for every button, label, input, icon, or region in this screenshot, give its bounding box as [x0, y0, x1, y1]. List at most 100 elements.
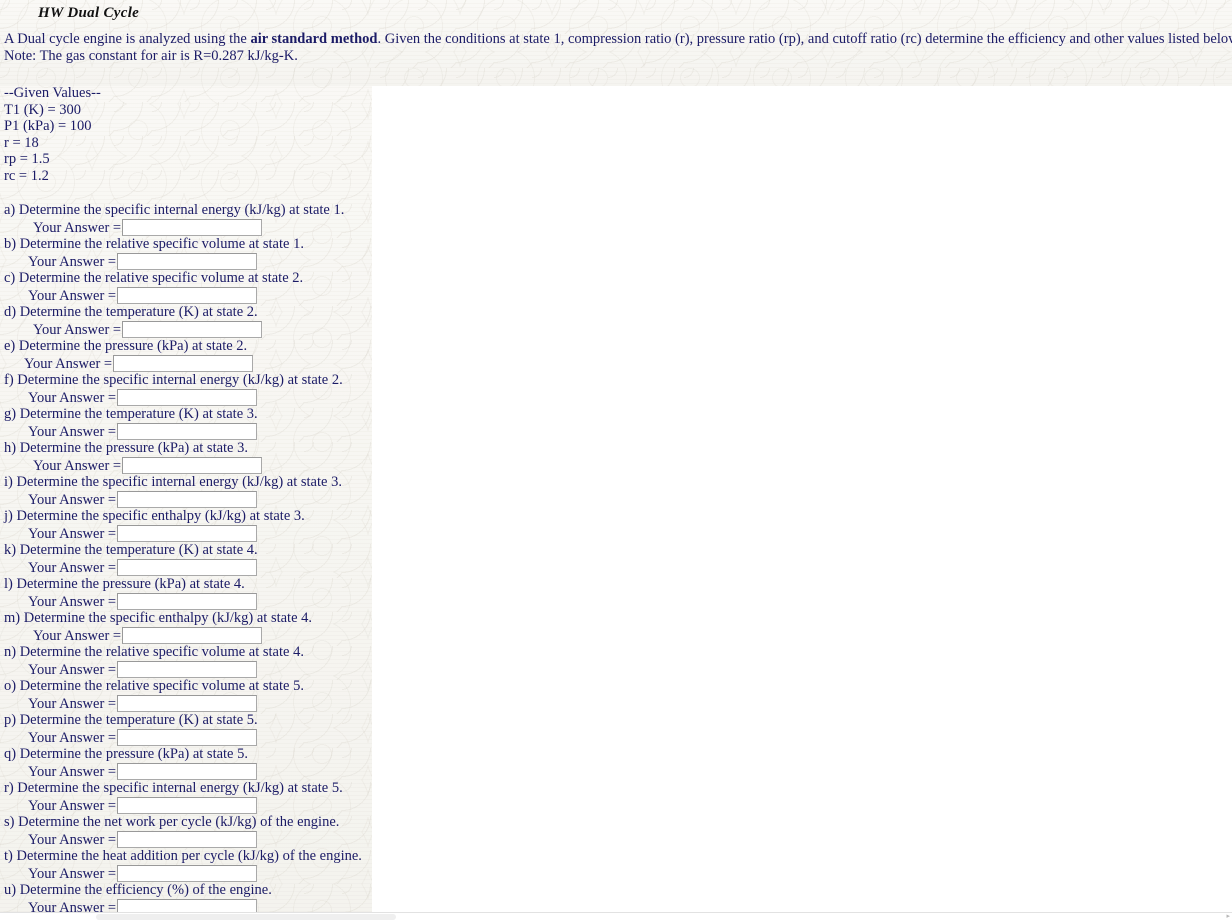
answer-input-t[interactable]: [117, 865, 258, 883]
question-text-d: d) Determine the temperature (K) at stat…: [4, 303, 258, 320]
question-item-b: b) Determine the relative specific volum…: [0, 236, 1232, 271]
question-item-h: h) Determine the pressure (kPa) at state…: [0, 440, 1232, 475]
answer-label-o: Your Answer =: [28, 695, 117, 712]
intro-note: Note: The gas constant for air is R=0.28…: [4, 47, 298, 64]
question-text-u: u) Determine the efficiency (%) of the e…: [4, 881, 272, 898]
question-item-e: e) Determine the pressure (kPa) at state…: [0, 338, 1232, 373]
given-values-block: --Given Values-- T1 (K) = 300 P1 (kPa) =…: [0, 64, 1232, 185]
answer-row-n: Your Answer =: [0, 661, 1232, 679]
answer-row-o: Your Answer =: [0, 695, 1232, 713]
answer-label-t: Your Answer =: [28, 865, 117, 882]
given-value-r: r = 18: [4, 134, 39, 151]
question-text-q: q) Determine the pressure (kPa) at state…: [4, 745, 248, 762]
answer-input-q[interactable]: [117, 763, 258, 781]
intro-bold-phrase: air standard method: [250, 31, 378, 47]
answer-row-k: Your Answer =: [0, 559, 1232, 577]
answer-input-a[interactable]: [122, 219, 263, 237]
question-text-j: j) Determine the specific enthalpy (kJ/k…: [4, 507, 305, 524]
answer-row-q: Your Answer =: [0, 763, 1232, 781]
answer-row-i: Your Answer =: [0, 491, 1232, 509]
question-text-k: k) Determine the temperature (K) at stat…: [4, 541, 258, 558]
question-item-n: n) Determine the relative specific volum…: [0, 643, 1232, 679]
answer-row-e: Your Answer =: [0, 355, 1232, 373]
answer-label-f: Your Answer =: [28, 389, 117, 406]
answer-row-t: Your Answer =: [0, 865, 1232, 883]
answer-label-l: Your Answer =: [28, 593, 117, 610]
answer-label-n: Your Answer =: [28, 661, 117, 678]
question-item-r: r) Determine the specific internal energ…: [0, 779, 1232, 815]
question-text-i: i) Determine the specific internal energ…: [4, 473, 342, 490]
answer-label-j: Your Answer =: [28, 525, 117, 542]
question-item-t: t) Determine the heat addition per cycle…: [0, 847, 1232, 883]
answer-label-s: Your Answer =: [28, 831, 117, 848]
question-text-g: g) Determine the temperature (K) at stat…: [4, 405, 258, 422]
question-text-s: s) Determine the net work per cycle (kJ/…: [4, 813, 340, 830]
answer-input-o[interactable]: [117, 695, 258, 713]
question-item-l: l) Determine the pressure (kPa) at state…: [0, 575, 1232, 611]
question-item-c: c) Determine the relative specific volum…: [0, 270, 1232, 305]
intro-text-part2: . Given the conditions at state 1, compr…: [377, 31, 1232, 47]
question-text-n: n) Determine the relative specific volum…: [4, 643, 304, 660]
answer-row-h: Your Answer =: [0, 457, 1232, 475]
answer-input-c[interactable]: [117, 287, 258, 305]
question-text-t: t) Determine the heat addition per cycle…: [4, 847, 362, 864]
question-text-a: a) Determine the specific internal energ…: [4, 201, 345, 218]
answer-label-h: Your Answer =: [33, 457, 122, 474]
question-item-f: f) Determine the specific internal energ…: [0, 371, 1232, 407]
intro-paragraph: A Dual cycle engine is analyzed using th…: [0, 22, 1232, 48]
answer-input-e[interactable]: [113, 355, 254, 373]
given-value-p1: P1 (kPa) = 100: [4, 118, 92, 135]
given-value-rc: rc = 1.2: [4, 167, 49, 184]
question-item-s: s) Determine the net work per cycle (kJ/…: [0, 813, 1232, 849]
question-item-i: i) Determine the specific internal energ…: [0, 473, 1232, 509]
answer-input-r[interactable]: [117, 797, 258, 815]
answer-row-j: Your Answer =: [0, 525, 1232, 543]
answer-input-s[interactable]: [117, 831, 258, 849]
answer-row-c: Your Answer =: [0, 287, 1232, 305]
question-text-m: m) Determine the specific enthalpy (kJ/k…: [4, 609, 313, 626]
answer-row-d: Your Answer =: [0, 321, 1232, 339]
answer-label-c: Your Answer =: [28, 287, 117, 304]
answer-input-d[interactable]: [122, 321, 263, 339]
answer-label-p: Your Answer =: [28, 729, 117, 746]
answer-label-i: Your Answer =: [28, 491, 117, 508]
horizontal-scrollbar-thumb[interactable]: [96, 914, 396, 920]
given-values-heading: --Given Values--: [4, 85, 101, 101]
question-text-o: o) Determine the relative specific volum…: [4, 677, 304, 694]
given-value-t1: T1 (K) = 300: [4, 101, 82, 118]
answer-label-e: Your Answer =: [24, 355, 113, 372]
answer-label-g: Your Answer =: [28, 423, 117, 440]
question-item-u: u) Determine the efficiency (%) of the e…: [0, 881, 1232, 917]
answer-input-i[interactable]: [117, 491, 258, 509]
answer-input-h[interactable]: [122, 457, 263, 475]
horizontal-scrollbar[interactable]: ▸: [0, 912, 1232, 920]
question-item-g: g) Determine the temperature (K) at stat…: [0, 405, 1232, 441]
answer-label-r: Your Answer =: [28, 797, 117, 814]
answer-input-f[interactable]: [117, 389, 258, 407]
question-text-f: f) Determine the specific internal energ…: [4, 371, 343, 388]
question-text-r: r) Determine the specific internal energ…: [4, 779, 343, 796]
answer-input-n[interactable]: [117, 661, 258, 679]
answer-input-b[interactable]: [117, 253, 258, 271]
answer-input-l[interactable]: [117, 593, 258, 611]
scroll-right-arrow-icon[interactable]: ▸: [1226, 913, 1230, 920]
answer-label-k: Your Answer =: [28, 559, 117, 576]
answer-input-m[interactable]: [122, 627, 263, 645]
page-title: HW Dual Cycle: [38, 5, 140, 21]
question-item-p: p) Determine the temperature (K) at stat…: [0, 711, 1232, 747]
answer-input-j[interactable]: [117, 525, 258, 543]
answer-input-k[interactable]: [117, 559, 258, 577]
question-item-m: m) Determine the specific enthalpy (kJ/k…: [0, 609, 1232, 645]
question-item-q: q) Determine the pressure (kPa) at state…: [0, 745, 1232, 781]
answer-label-q: Your Answer =: [28, 763, 117, 780]
question-text-p: p) Determine the temperature (K) at stat…: [4, 711, 258, 728]
question-item-a: a) Determine the specific internal energ…: [0, 201, 1232, 237]
answer-input-p[interactable]: [117, 729, 258, 747]
answer-row-r: Your Answer =: [0, 797, 1232, 815]
answer-input-g[interactable]: [117, 423, 258, 441]
question-item-j: j) Determine the specific enthalpy (kJ/k…: [0, 507, 1232, 543]
answer-row-g: Your Answer =: [0, 423, 1232, 441]
answer-label-d: Your Answer =: [33, 321, 122, 338]
given-value-rp: rp = 1.5: [4, 151, 50, 168]
question-text-l: l) Determine the pressure (kPa) at state…: [4, 575, 245, 592]
